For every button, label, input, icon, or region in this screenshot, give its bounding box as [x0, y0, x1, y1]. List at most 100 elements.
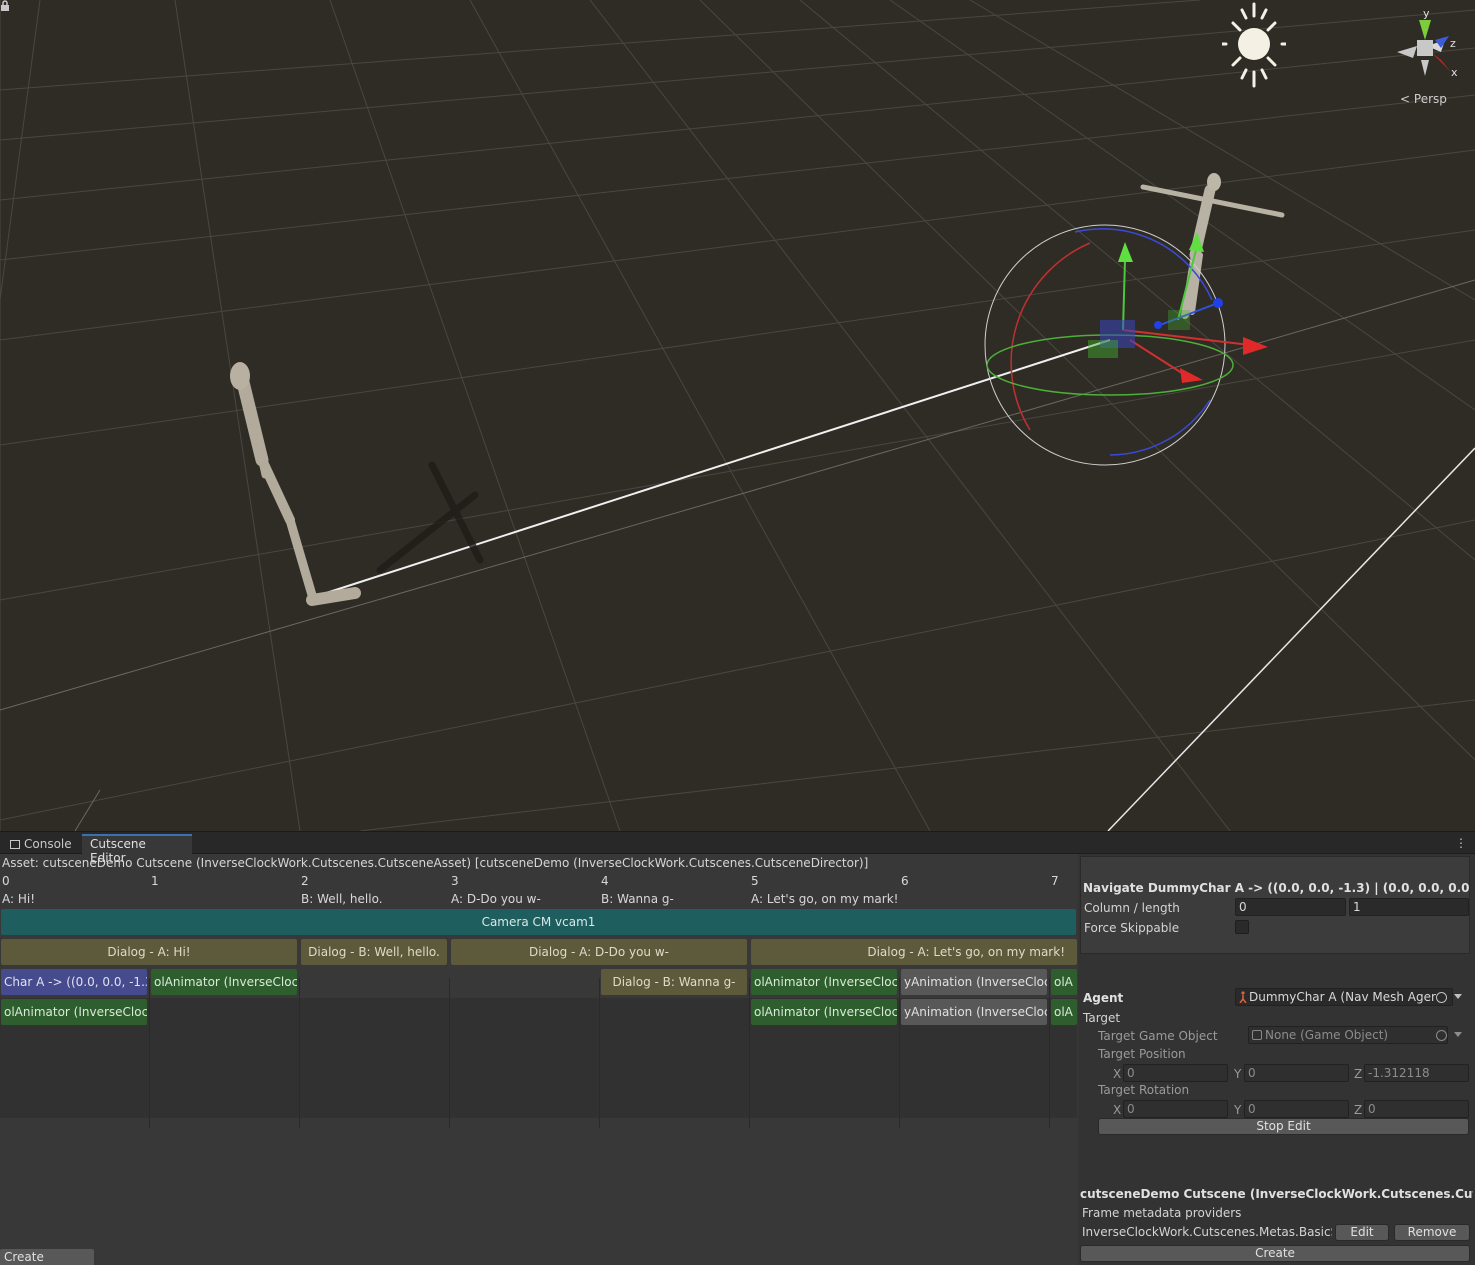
frame-metadata-label: Frame metadata providers [1082, 1206, 1242, 1220]
navigate-clip[interactable]: Char A -> ((0.0, 0.0, -1.3 [1, 969, 147, 995]
dialog-clip[interactable]: Dialog - A: Let's go, on my mark! [751, 939, 1077, 965]
axis-label-z: z [1450, 37, 1456, 50]
create-button[interactable]: Create [1080, 1245, 1470, 1262]
rotation-z-field[interactable]: 0 [1364, 1100, 1469, 1118]
column-dialog-line: A: Hi! [2, 892, 36, 906]
column-number: 7 [1051, 874, 1059, 888]
sun-icon [1222, 2, 1286, 88]
target-position-label: Target Position [1098, 1047, 1186, 1061]
force-skippable-checkbox[interactable] [1235, 920, 1249, 934]
rotation-z-label: Z [1354, 1103, 1363, 1117]
dialog-clip[interactable]: Dialog - B: Wanna g- [601, 969, 747, 995]
length-field[interactable]: 1 [1349, 898, 1469, 916]
game-object-icon [1252, 1030, 1262, 1040]
rotation-y-label: Y [1234, 1103, 1242, 1117]
position-y-field[interactable]: 0 [1244, 1064, 1349, 1082]
column-number: 2 [301, 874, 309, 888]
action-title: Navigate DummyChar A -> ((0.0, 0.0, -1.3… [1083, 881, 1469, 895]
column-separator [749, 978, 750, 1128]
column-field[interactable]: 0 [1235, 898, 1346, 916]
column-length-label: Column / length [1084, 901, 1180, 915]
column-separator [599, 978, 600, 1128]
position-z-label: Z [1354, 1067, 1363, 1081]
projection-label: Persp [1413, 92, 1447, 106]
dialog-clip[interactable]: Dialog - B: Well, hello. [301, 939, 447, 965]
target-rotation-label: Target Rotation [1098, 1083, 1190, 1097]
column-separator [899, 978, 900, 1128]
column-number: 0 [2, 874, 10, 888]
axis-label-x: x [1451, 66, 1458, 79]
column-dialog-line: B: Well, hello. [301, 892, 383, 906]
agent-value: DummyChar A (Nav Mesh Ager [1249, 990, 1436, 1004]
column-separator [449, 978, 450, 1128]
scene-gizmo-icon[interactable]: y z x [1395, 8, 1465, 83]
chevron-down-icon[interactable] [1454, 994, 1462, 999]
chevron-left-icon: < [1400, 92, 1411, 106]
action-inspector: Navigate DummyChar A -> ((0.0, 0.0, -1.3… [1078, 854, 1475, 1265]
target-game-object-field[interactable]: None (Game Object) [1248, 1026, 1448, 1044]
metadata-provider-item: InverseClockWork.Cutscenes.Metas.BasicS [1082, 1225, 1332, 1239]
column-dialog-line: B: Wanna g- [601, 892, 674, 906]
column-dialog-line: A: Let's go, on my mark! [751, 892, 899, 906]
dialog-clip[interactable]: Dialog - A: Hi! [1, 939, 297, 965]
target-label: Target [1083, 1011, 1121, 1025]
animator-clip[interactable]: olAnimator (InverseCloc [751, 969, 897, 995]
column-dialog-line: A: D-Do you w- [451, 892, 541, 906]
tab-console-label: Console [24, 837, 72, 851]
cutscene-editor-panel: Console Cutscene Editor ⋮ Asset: cutscen… [0, 831, 1475, 1265]
animation-clip[interactable]: yAnimation (InverseCloc [901, 999, 1047, 1025]
animator-clip[interactable]: olAnimator (InverseCloc [751, 999, 897, 1025]
asset-line: Asset: cutsceneDemo Cutscene (InverseClo… [2, 856, 869, 870]
track-row [0, 1088, 1077, 1118]
more-options-icon[interactable]: ⋮ [1455, 836, 1467, 850]
object-picker-icon[interactable] [1436, 992, 1447, 1003]
animator-clip[interactable]: olA [1051, 999, 1077, 1025]
nav-agent-icon [1239, 991, 1247, 1003]
position-z-field[interactable]: -1.312118 [1364, 1064, 1469, 1082]
projection-toggle[interactable]: < Persp [1400, 92, 1447, 106]
track-row [0, 1028, 1077, 1058]
force-skippable-label: Force Skippable [1084, 921, 1180, 935]
track-row [0, 1058, 1077, 1088]
console-icon [10, 840, 20, 849]
position-y-label: Y [1234, 1067, 1242, 1081]
tab-cutscene-editor[interactable]: Cutscene Editor [82, 834, 192, 865]
edit-button[interactable]: Edit [1335, 1224, 1389, 1241]
position-x-field[interactable]: 0 [1123, 1064, 1228, 1082]
tab-console[interactable]: Console [2, 834, 82, 854]
tab-bar: Console Cutscene Editor ⋮ [0, 832, 1475, 865]
stop-edit-button[interactable]: Stop Edit [1098, 1118, 1469, 1135]
remove-button[interactable]: Remove [1394, 1224, 1470, 1241]
column-number: 4 [601, 874, 609, 888]
timeline[interactable]: 0 1 2 3 4 5 6 7 A: Hi! B: Well, hello. A… [0, 874, 1077, 1244]
scene-view[interactable]: y z x < Persp [0, 0, 1475, 831]
scene-grid [0, 0, 1475, 831]
column-separator [1049, 978, 1050, 1128]
create-action-button[interactable]: Create action... [0, 1249, 94, 1265]
column-number: 1 [151, 874, 159, 888]
camera-clip[interactable]: Camera CM vcam1 [1, 909, 1076, 935]
animator-clip[interactable]: olAnimator (InverseCloc [151, 969, 297, 995]
cutscene-asset-title: cutsceneDemo Cutscene (InverseClockWork.… [1080, 1187, 1473, 1201]
target-game-object-value: None (Game Object) [1265, 1028, 1389, 1042]
animator-clip[interactable]: olAnimator (InverseCloc [1, 999, 147, 1025]
agent-label: Agent [1083, 991, 1124, 1005]
position-x-label: X [1113, 1067, 1122, 1081]
target-game-object-label: Target Game Object [1098, 1029, 1218, 1043]
chevron-down-icon[interactable] [1454, 1032, 1462, 1037]
lock-icon[interactable] [0, 0, 10, 12]
object-picker-icon[interactable] [1436, 1030, 1447, 1041]
axis-label-y: y [1423, 8, 1430, 20]
rotation-y-field[interactable]: 0 [1244, 1100, 1349, 1118]
agent-field[interactable]: DummyChar A (Nav Mesh Ager [1235, 988, 1453, 1006]
column-number: 6 [901, 874, 909, 888]
animation-clip[interactable]: yAnimation (InverseCloc [901, 969, 1047, 995]
column-number: 5 [751, 874, 759, 888]
column-separator [299, 978, 300, 1128]
column-separator [149, 978, 150, 1128]
dialog-clip[interactable]: Dialog - A: D-Do you w- [451, 939, 747, 965]
rotation-x-field[interactable]: 0 [1123, 1100, 1228, 1118]
animator-clip[interactable]: olA [1051, 969, 1077, 995]
rotation-x-label: X [1113, 1103, 1122, 1117]
column-number: 3 [451, 874, 459, 888]
